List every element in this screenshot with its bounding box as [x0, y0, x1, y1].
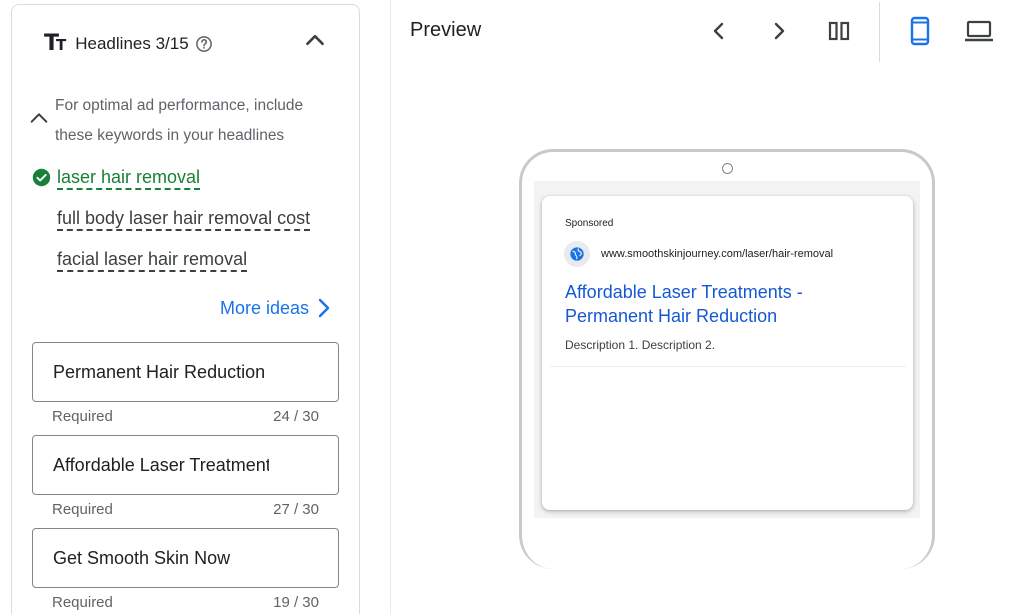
keyword-suggestion[interactable]: full body laser hair removal cost — [57, 208, 310, 229]
headline-helper: Required — [52, 408, 113, 425]
more-ideas-link[interactable]: More ideas — [220, 297, 331, 319]
preview-title: Preview — [410, 19, 482, 41]
keyword-hint: For optimal ad performance, include thes… — [55, 97, 304, 144]
chevron-left-icon — [713, 22, 724, 40]
split-view-button[interactable] — [823, 15, 855, 47]
headline-input-value: Permanent Hair Reduction — [53, 361, 266, 382]
headline-input-value: Affordable Laser Treatments — [53, 454, 269, 475]
chevron-right-icon — [774, 22, 785, 40]
headlines-title: Headlines 3/15 — [75, 34, 189, 53]
next-preview-button[interactable] — [763, 15, 795, 47]
headline-input[interactable]: Permanent Hair Reduction — [32, 342, 339, 402]
more-ideas-label: More ideas — [220, 297, 310, 318]
collapse-headlines-chevron-up-icon[interactable] — [302, 27, 328, 53]
headline-char-count: 19 / 30 — [273, 594, 319, 611]
ad-preview-card: Sponsored www.smoothskinjourney.com/lase… — [542, 196, 913, 510]
headlines-header: TT Headlines 3/15 — [44, 33, 213, 55]
phone-screen: Sponsored www.smoothskinjourney.com/lase… — [534, 181, 920, 518]
split-view-icon — [828, 21, 850, 41]
headline-input[interactable]: Get Smooth Skin Now — [32, 528, 339, 588]
keyword-suggestion[interactable]: facial laser hair removal — [57, 249, 247, 270]
headline-input-value: Get Smooth Skin Now — [53, 547, 231, 568]
globe-icon — [564, 241, 590, 267]
phone-camera — [722, 163, 733, 174]
panel-divider — [390, 0, 391, 614]
desktop-preview-button[interactable] — [963, 15, 995, 47]
headline-char-count: 24 / 30 — [273, 408, 319, 425]
ad-divider — [550, 366, 906, 367]
headlines-panel: TT Headlines 3/15 For optimal ad perform… — [11, 4, 360, 614]
check-circle-icon — [32, 168, 51, 187]
toolbar-divider — [879, 2, 880, 62]
ad-headline-link[interactable]: Affordable Laser Treatments - Permanent … — [565, 280, 895, 328]
text-size-icon: TT — [44, 31, 66, 56]
smartphone-icon — [910, 16, 930, 46]
chevron-right-icon — [318, 298, 330, 318]
laptop-icon — [965, 20, 993, 42]
keyword-suggestion[interactable]: laser hair removal — [57, 167, 200, 188]
headline-char-count: 27 / 30 — [273, 501, 319, 518]
headline-helper: Required — [52, 501, 113, 518]
ad-display-url: www.smoothskinjourney.com/laser/hair-rem… — [601, 248, 834, 260]
collapse-keywords-chevron-up-icon[interactable] — [28, 107, 50, 129]
sponsored-label: Sponsored — [565, 218, 614, 229]
help-circle-icon[interactable] — [195, 35, 213, 53]
headline-helper: Required — [52, 594, 113, 611]
headline-input[interactable]: Affordable Laser Treatments — [32, 435, 339, 495]
mobile-preview-button[interactable] — [904, 15, 936, 47]
ad-description: Description 1. Description 2. — [565, 338, 716, 352]
previous-preview-button[interactable] — [703, 15, 735, 47]
